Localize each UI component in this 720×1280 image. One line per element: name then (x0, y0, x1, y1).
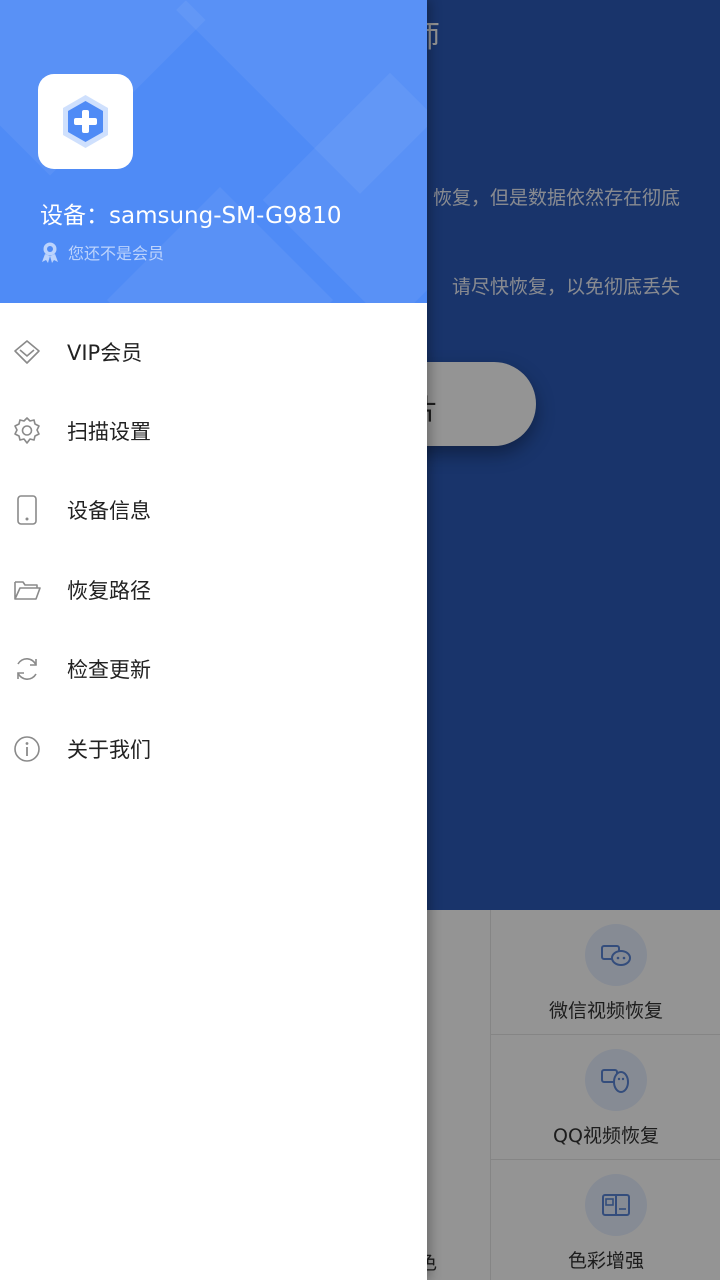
diamond-icon (12, 337, 42, 367)
menu-label: 关于我们 (67, 737, 151, 762)
membership-status-text: 您还不是会员 (68, 244, 165, 263)
menu-item-about-us[interactable]: 关于我们 (0, 709, 427, 788)
device-name: 设备：samsung-SM-G9810 (40, 203, 342, 229)
menu-label: VIP会员 (67, 340, 143, 365)
menu-item-scan-settings[interactable]: 扫描设置 (0, 391, 427, 470)
app-logo (38, 74, 133, 169)
navigation-drawer: 设备：samsung-SM-G9810 您还不是会员 VIP会员 扫描设置 设备… (0, 0, 427, 1280)
menu-item-device-info[interactable]: 设备信息 (0, 471, 427, 550)
menu-label: 恢复路径 (67, 578, 151, 603)
refresh-icon (12, 654, 42, 684)
info-icon (12, 734, 42, 764)
menu-item-vip[interactable]: VIP会员 (0, 312, 427, 391)
menu-label: 设备信息 (67, 499, 151, 524)
menu-label: 检查更新 (67, 658, 151, 683)
menu-item-check-update[interactable]: 检查更新 (0, 630, 427, 709)
drawer-menu: VIP会员 扫描设置 设备信息 恢复路径 检查更新 关于我们 (0, 312, 427, 788)
phone-icon (12, 495, 42, 526)
badge-icon (42, 242, 58, 263)
drawer-header: 设备：samsung-SM-G9810 您还不是会员 (0, 0, 427, 303)
gear-icon (12, 416, 42, 446)
medical-plus-icon (63, 95, 108, 148)
folder-icon (12, 575, 42, 605)
membership-status[interactable]: 您还不是会员 (40, 240, 164, 264)
menu-item-recovery-path[interactable]: 恢复路径 (0, 550, 427, 629)
menu-label: 扫描设置 (67, 420, 151, 445)
